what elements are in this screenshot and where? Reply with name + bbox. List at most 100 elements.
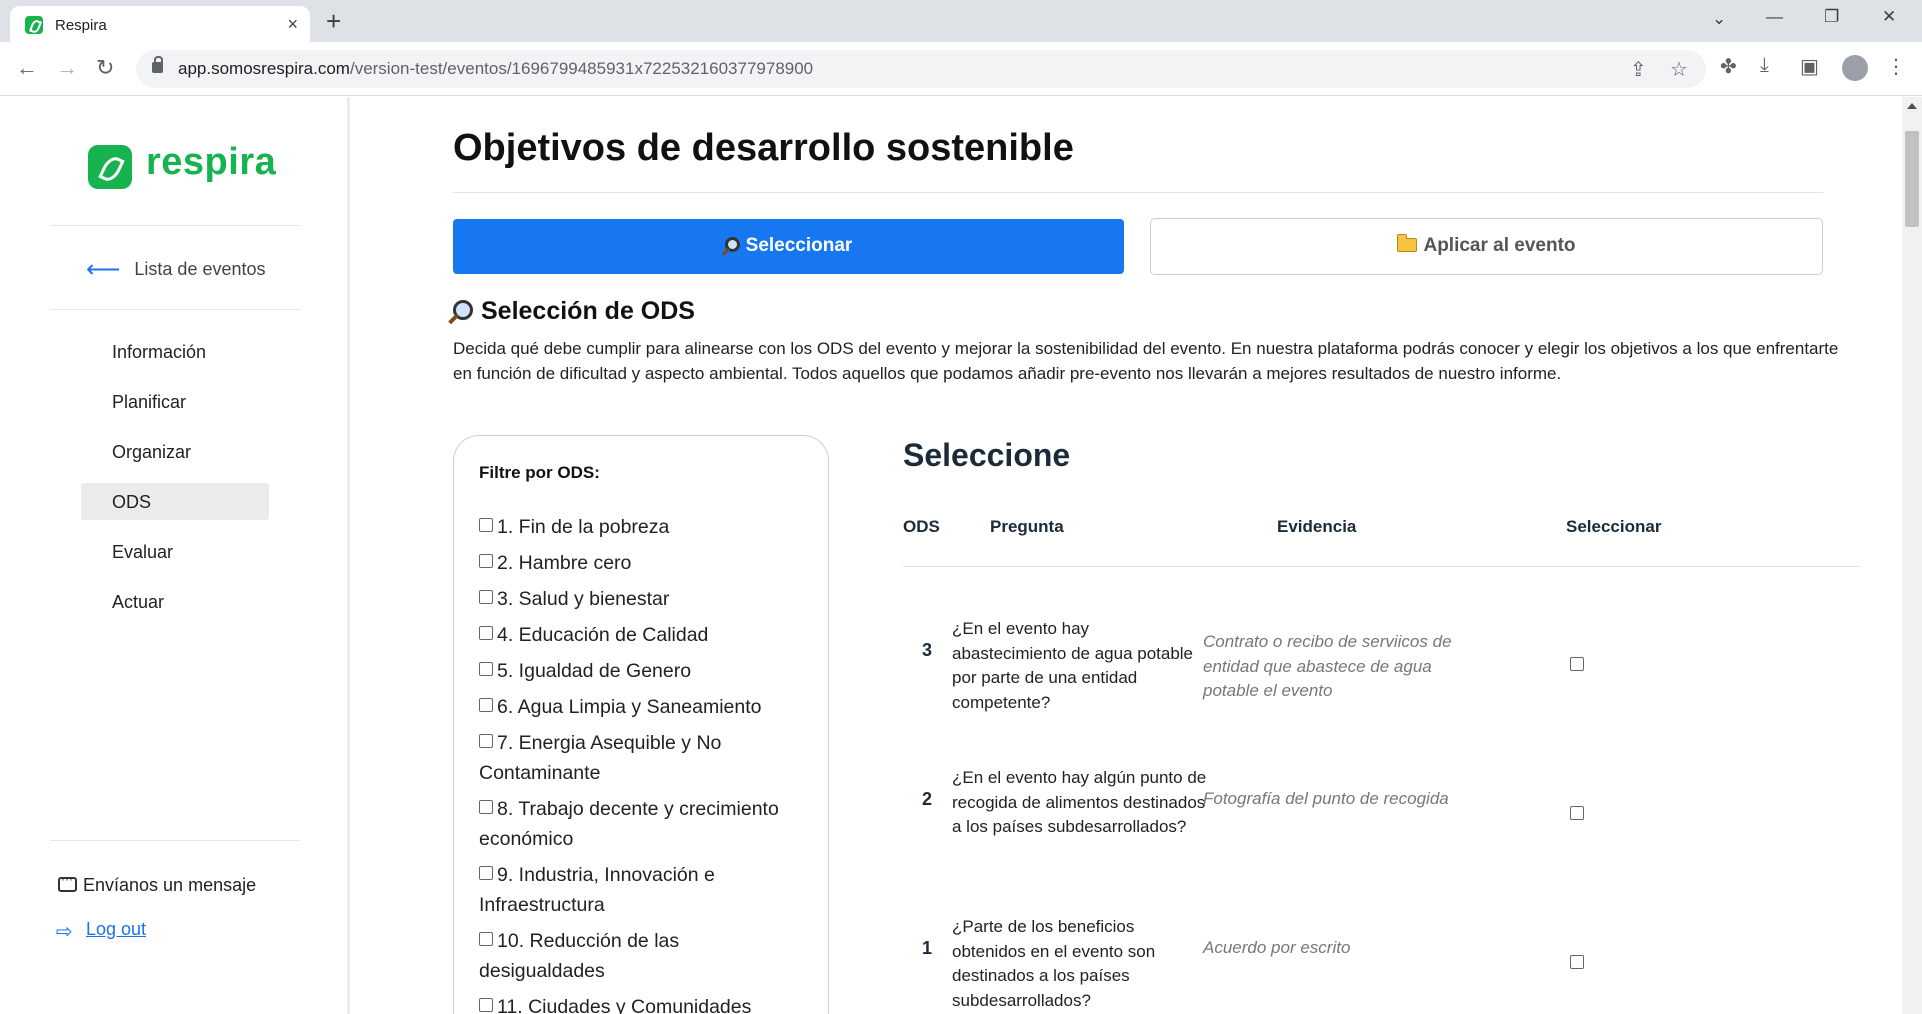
folder-icon — [1397, 234, 1418, 252]
sidebar: respira ⟵ Lista de eventos Información Pl… — [0, 97, 350, 1014]
row-question: ¿En el evento hay algún punto de recogid… — [952, 768, 1207, 836]
intro-text: Decida qué debe cumplir para alinearse c… — [453, 339, 1839, 383]
sidebar-item-informacion[interactable]: Información — [81, 333, 269, 370]
section-title-label: Selección de ODS — [481, 297, 695, 325]
scrollbar-thumb[interactable] — [1905, 131, 1919, 227]
logo-text: respira — [146, 141, 277, 183]
column-header-ods: ODS — [903, 517, 940, 536]
logout-icon: ⇨ — [56, 921, 73, 943]
scroll-up-icon[interactable] — [1907, 103, 1917, 109]
filter-option-label[interactable]: 10. Reducción de las desigualdades — [479, 930, 679, 982]
column-header-evidence: Evidencia — [1277, 517, 1357, 536]
apply-button-label: Aplicar al evento — [1423, 235, 1576, 256]
back-arrow-icon[interactable]: ← — [16, 55, 38, 81]
filter-option: 10. Reducción de las desigualdades — [479, 926, 809, 986]
filter-checkbox[interactable] — [479, 554, 493, 568]
send-message-link[interactable]: Envíanos un mensaje — [58, 872, 257, 896]
filter-option-label[interactable]: 9. Industria, Innovación e Infraestructu… — [479, 864, 715, 916]
divider — [50, 309, 300, 310]
filter-option: 3. Salud y bienestar — [479, 584, 809, 614]
left-arrow-icon: ⟵ — [86, 256, 121, 283]
filter-option-label[interactable]: 11. Ciudades y Comunidades — [497, 996, 751, 1014]
browser-toolbar: ← → ↻ app.somosrespira.com/version-test/… — [0, 42, 1922, 96]
title-divider — [453, 192, 1823, 193]
filter-checkbox[interactable] — [479, 866, 493, 880]
filter-option-label[interactable]: 3. Salud y bienestar — [497, 588, 669, 610]
filter-option: 11. Ciudades y Comunidades — [479, 992, 809, 1014]
page-scrollbar[interactable] — [1902, 97, 1922, 1014]
profile-icon[interactable] — [1842, 55, 1868, 81]
respira-logo-icon — [88, 145, 132, 189]
row-ods-number: 1 — [922, 938, 933, 958]
ods-filter-card: Filtre por ODS: 1. Fin de la pobreza 2. … — [453, 435, 829, 1014]
address-bar[interactable]: app.somosrespira.com/version-test/evento… — [136, 50, 1706, 88]
chat-icon — [58, 872, 77, 892]
filter-option: 4. Educación de Calidad — [479, 620, 809, 650]
reload-icon[interactable]: ↻ — [96, 55, 114, 81]
sidebar-item-evaluar[interactable]: Evaluar — [81, 533, 269, 570]
sidebar-item-planificar[interactable]: Planificar — [81, 383, 269, 420]
filter-option: 7. Energia Asequible y No Contaminante — [479, 728, 809, 788]
tab-close-icon[interactable]: × — [287, 14, 298, 35]
table-header-divider — [903, 566, 1860, 567]
filter-option: 1. Fin de la pobreza — [479, 512, 809, 542]
filter-option-label[interactable]: 8. Trabajo decente y crecimiento económi… — [479, 798, 779, 850]
lock-icon — [152, 56, 163, 73]
apply-to-event-button[interactable]: Aplicar al evento — [1150, 218, 1823, 275]
browser-tab-bar: Respira × + ⌄ — ❐ ✕ — [0, 0, 1922, 42]
filter-checkbox[interactable] — [479, 518, 493, 532]
logout-link[interactable]: ⇨ Log out — [56, 919, 147, 943]
filter-option-label[interactable]: 6. Agua Limpia y Saneamiento — [497, 696, 762, 718]
back-to-events-link[interactable]: ⟵ Lista de eventos — [86, 255, 266, 284]
select-button[interactable]: Seleccionar — [453, 219, 1124, 274]
row-ods-number: 3 — [922, 640, 933, 660]
sidebar-item-actuar[interactable]: Actuar — [81, 583, 269, 620]
filter-checkbox[interactable] — [479, 590, 493, 604]
star-icon[interactable]: ☆ — [1670, 57, 1688, 82]
extensions-icon[interactable]: ✤ — [1720, 54, 1737, 79]
page-title: Objetivos de desarrollo sostenible — [453, 127, 1074, 169]
filter-option-label[interactable]: 2. Hambre cero — [497, 552, 631, 574]
send-message-label: Envíanos un mensaje — [83, 875, 257, 895]
magnifier-icon — [724, 237, 740, 252]
logout-label: Log out — [86, 919, 147, 939]
browser-tab[interactable]: Respira × — [10, 6, 310, 42]
new-tab-button[interactable]: + — [326, 6, 341, 37]
filter-list: 1. Fin de la pobreza 2. Hambre cero 3. S… — [479, 512, 809, 1014]
filter-checkbox[interactable] — [479, 698, 493, 712]
filter-option: 9. Industria, Innovación e Infraestructu… — [479, 860, 809, 920]
row-question: ¿Parte de los beneficios obtenidos en el… — [952, 917, 1156, 1010]
table-title: Seleccione — [903, 437, 1071, 473]
row-evidence: Contrato o recibo de serviicos de entida… — [1203, 632, 1452, 700]
share-icon[interactable]: ⇪ — [1630, 57, 1647, 82]
restore-button[interactable]: ❐ — [1824, 7, 1839, 27]
filter-option-label[interactable]: 4. Educación de Calidad — [497, 624, 708, 646]
row-select-checkbox[interactable] — [1570, 806, 1584, 820]
download-icon[interactable]: ⤓ — [1760, 54, 1769, 77]
filter-checkbox[interactable] — [479, 626, 493, 640]
filter-checkbox[interactable] — [479, 662, 493, 676]
side-panel-icon[interactable]: ▣ — [1800, 54, 1819, 79]
sidebar-item-organizar[interactable]: Organizar — [81, 433, 269, 470]
filter-title: Filtre por ODS: — [479, 463, 600, 482]
filter-option-label[interactable]: 1. Fin de la pobreza — [497, 516, 669, 538]
filter-checkbox[interactable] — [479, 932, 493, 946]
row-select-checkbox[interactable] — [1570, 657, 1584, 671]
url-text[interactable]: app.somosrespira.com/version-test/evento… — [178, 59, 813, 79]
close-window-button[interactable]: ✕ — [1882, 7, 1896, 27]
menu-icon[interactable]: ⋮ — [1886, 54, 1906, 79]
column-header-select: Seleccionar — [1566, 517, 1662, 536]
tab-title: Respira — [55, 17, 107, 34]
row-evidence: Acuerdo por escrito — [1203, 938, 1351, 957]
minimize-button[interactable]: — — [1766, 7, 1783, 27]
column-header-question: Pregunta — [990, 517, 1064, 536]
filter-checkbox[interactable] — [479, 800, 493, 814]
forward-arrow-icon[interactable]: → — [56, 55, 78, 81]
filter-option-label[interactable]: 7. Energia Asequible y No Contaminante — [479, 732, 721, 784]
filter-option-label[interactable]: 5. Igualdad de Genero — [497, 660, 691, 682]
filter-checkbox[interactable] — [479, 734, 493, 748]
sidebar-item-ods[interactable]: ODS — [81, 483, 269, 520]
filter-checkbox[interactable] — [479, 998, 493, 1012]
tab-search-icon[interactable]: ⌄ — [1712, 9, 1726, 29]
row-select-checkbox[interactable] — [1570, 955, 1584, 969]
